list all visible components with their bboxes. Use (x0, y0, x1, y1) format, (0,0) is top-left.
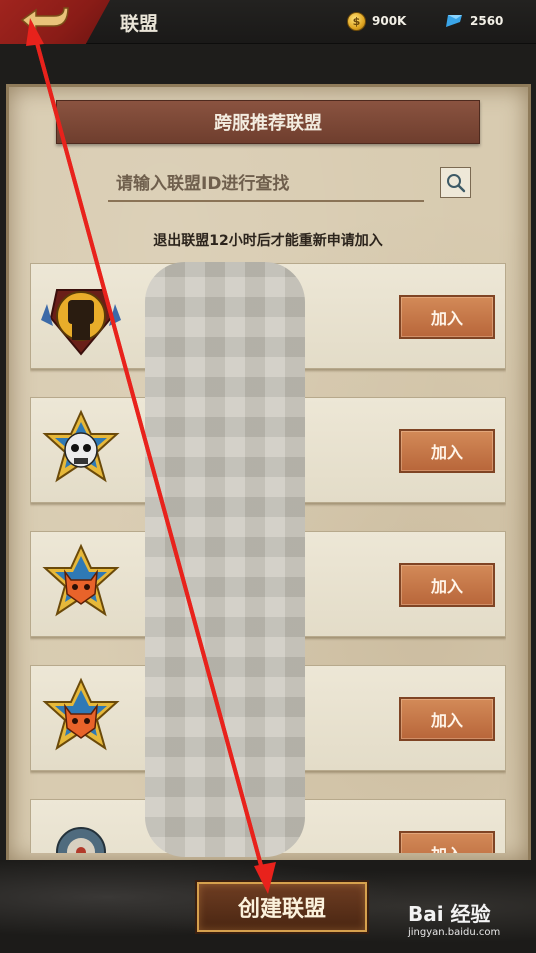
gem-resource: 2560 (444, 11, 503, 31)
top-bar: 联盟 $ 900K 2560 (0, 0, 536, 44)
search-icon (446, 173, 465, 192)
search-field (108, 168, 424, 202)
demon-skull-emblem-icon (39, 542, 123, 628)
create-alliance-button[interactable]: 创建联盟 (197, 882, 367, 932)
alliance-id-search-input[interactable] (108, 168, 424, 200)
watermark-url: jingyan.baidu.com (408, 927, 501, 938)
target-emblem-icon (39, 810, 123, 853)
join-button[interactable]: 加入 (399, 831, 495, 853)
page-title: 联盟 (120, 13, 159, 35)
demon-skull-emblem-icon (39, 676, 123, 762)
join-button[interactable]: 加入 (399, 295, 495, 339)
fist-emblem-icon (39, 274, 123, 360)
gold-coin-icon: $ (347, 11, 366, 31)
join-button[interactable]: 加入 (399, 563, 495, 607)
skull-star-emblem-icon (39, 408, 123, 494)
baidu-watermark: Bai 经验 jingyan.baidu.com (408, 898, 530, 942)
gem-icon (446, 15, 462, 27)
back-arrow-icon (20, 7, 69, 34)
join-button[interactable]: 加入 (399, 697, 495, 741)
gem-value: 2560 (470, 14, 504, 28)
section-title: 跨服推荐联盟 (56, 100, 480, 144)
search-button[interactable] (440, 167, 471, 198)
watermark-logo: Bai 经验 (408, 902, 491, 926)
rejoin-notice: 退出联盟12小时后才能重新申请加入 (153, 233, 383, 249)
pixelated-mask (145, 262, 305, 857)
gold-value: 900K (372, 14, 407, 28)
back-button[interactable] (0, 0, 110, 44)
join-button[interactable]: 加入 (399, 429, 495, 473)
gold-resource: $ 900K (347, 11, 406, 31)
